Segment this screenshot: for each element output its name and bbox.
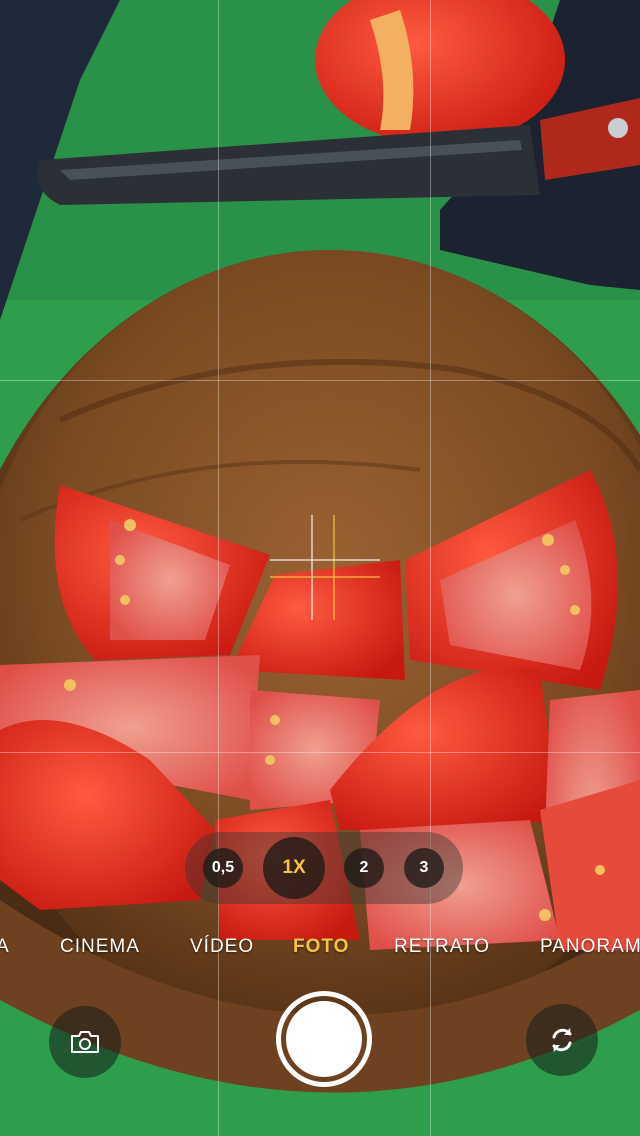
- mode-cinema[interactable]: CINEMA: [60, 936, 140, 958]
- grid-line: [0, 752, 640, 753]
- camera-viewfinder[interactable]: 0,5 1X 2 3 A CINEMA VÍDEO FOTO RETRATO P…: [0, 0, 640, 1136]
- focus-reticle: [270, 515, 380, 620]
- mode-panorama[interactable]: PANORAM: [540, 936, 640, 958]
- camera-mode-selector: A CINEMA VÍDEO FOTO RETRATO PANORAM: [0, 936, 640, 966]
- switch-camera-icon: [552, 1028, 572, 1052]
- camera-icon: [71, 1031, 99, 1053]
- grid-line: [0, 380, 640, 381]
- gallery-button[interactable]: [49, 1006, 121, 1078]
- zoom-2x-button[interactable]: 2: [344, 848, 384, 888]
- shutter-button[interactable]: [276, 991, 372, 1087]
- mode-time-lapse[interactable]: A: [0, 936, 10, 958]
- shutter-inner: [286, 1001, 362, 1077]
- zoom-selector: 0,5 1X 2 3: [185, 832, 463, 904]
- mode-portrait[interactable]: RETRATO: [394, 936, 490, 958]
- zoom-1x-button[interactable]: 1X: [263, 837, 325, 899]
- mode-photo[interactable]: FOTO: [293, 936, 349, 958]
- mode-video[interactable]: VÍDEO: [190, 936, 254, 958]
- switch-camera-button[interactable]: [526, 1004, 598, 1076]
- zoom-3x-button[interactable]: 3: [404, 848, 444, 888]
- zoom-0-5-button[interactable]: 0,5: [203, 848, 243, 888]
